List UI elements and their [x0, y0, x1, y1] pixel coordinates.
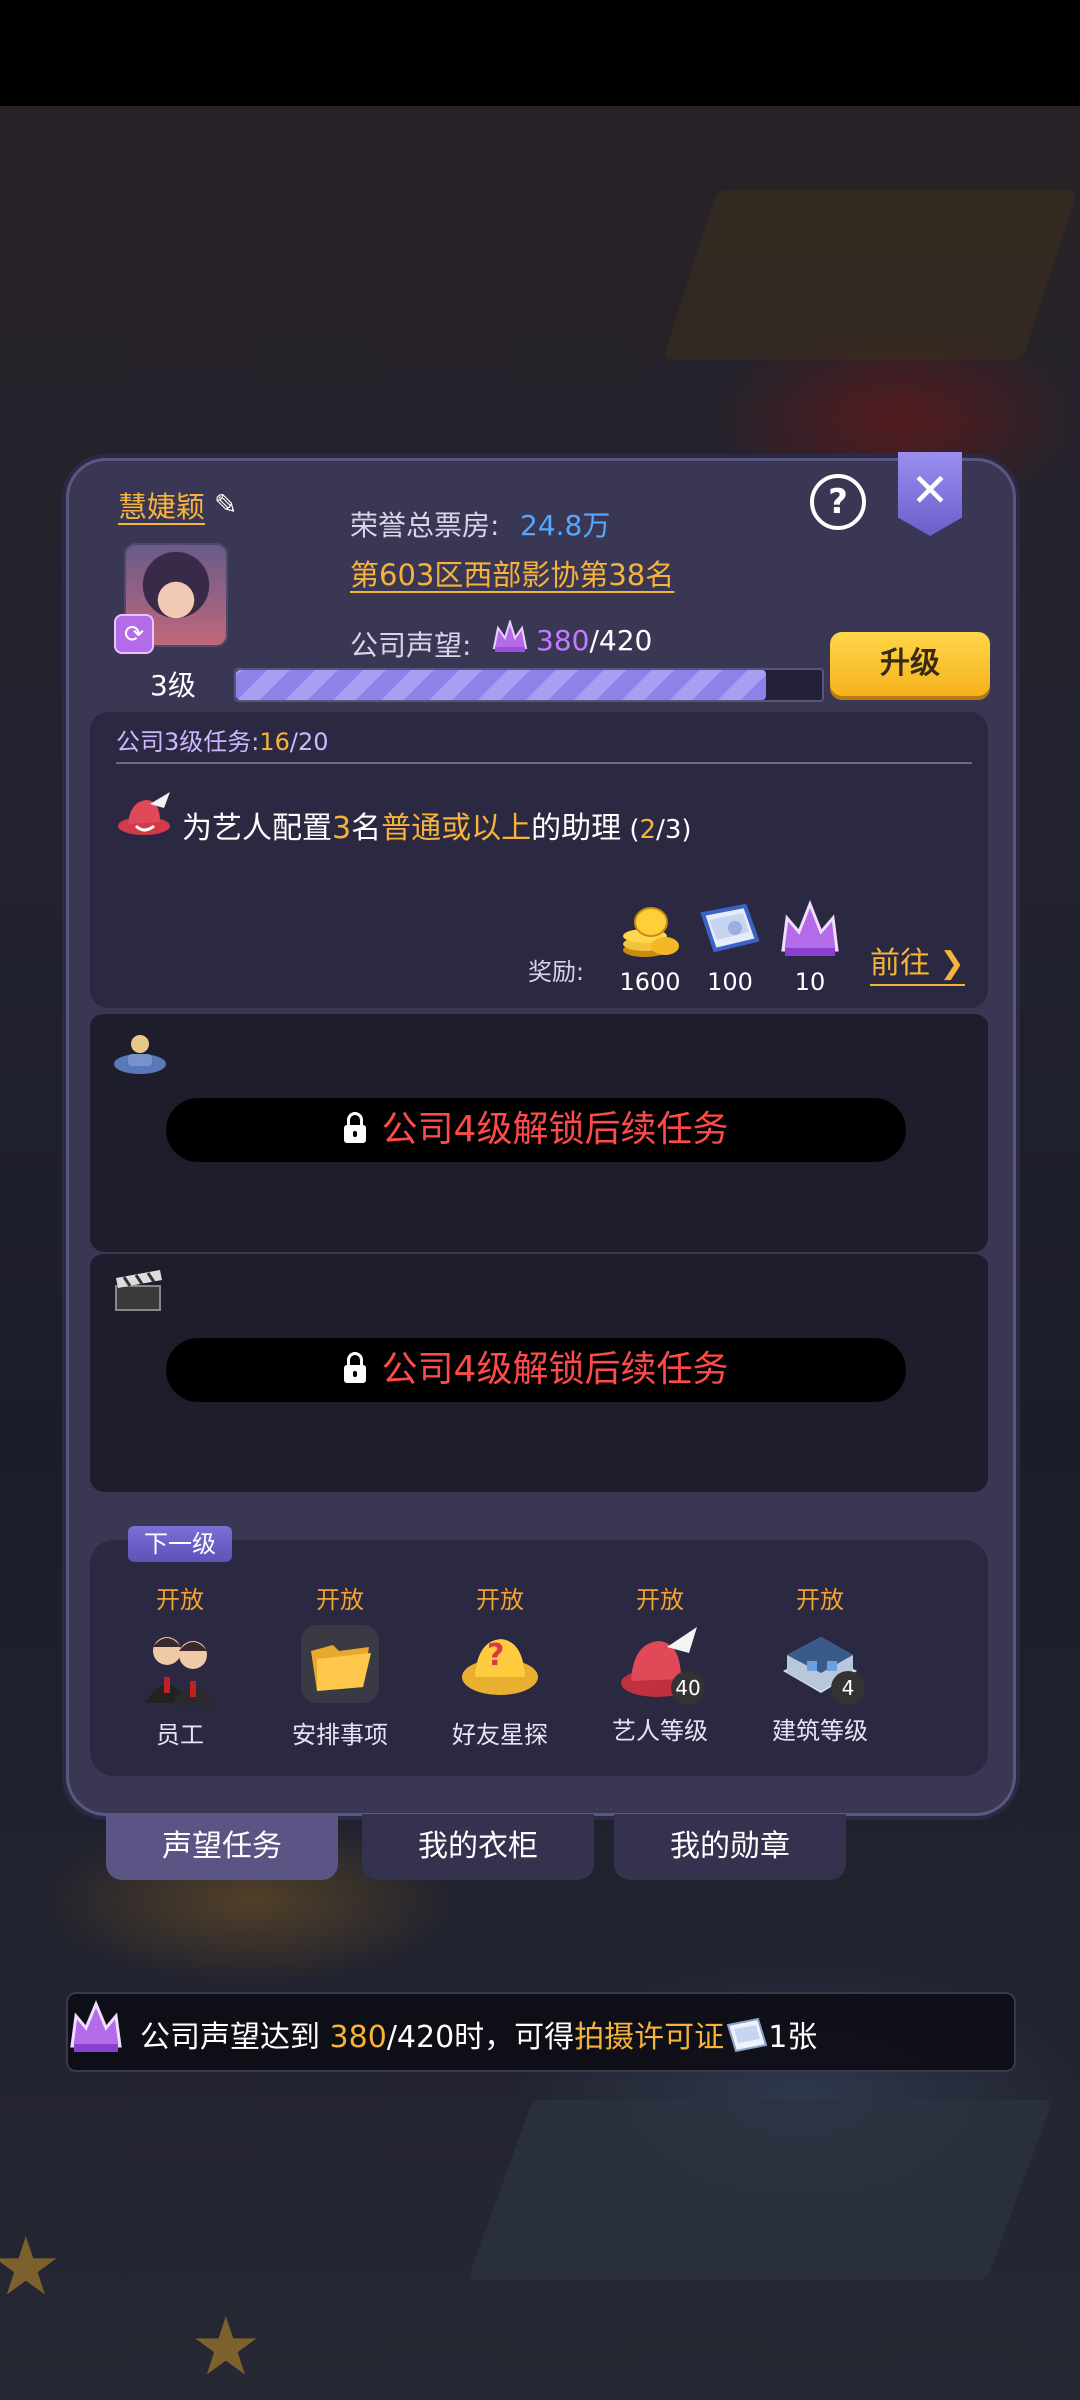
feature-name: 建筑等级 [772, 1717, 868, 1745]
feature-badge: 40 [671, 1671, 705, 1705]
reward-value: 1600 [619, 968, 681, 996]
divider [116, 762, 972, 764]
tab-my-medals[interactable]: 我的勋章 [614, 1814, 846, 1880]
tab-reputation-tasks[interactable]: 声望任务 [106, 1814, 338, 1880]
banner-text: 公司声望达到 380/420时，可得拍摄许可证 1张 [140, 2012, 817, 2056]
feature-status: 开放 [316, 1586, 364, 1614]
banner-suffix: /420时，可得 [386, 2020, 575, 2055]
reward-item: 1600 [610, 900, 690, 996]
feature-name: 好友星探 [452, 1721, 548, 1749]
reputation-max: /420 [589, 624, 653, 657]
reputation-value: 380/420 [536, 624, 652, 657]
feature-status: 开放 [476, 1586, 524, 1614]
clapperboard-icon [115, 1270, 162, 1311]
task-text-part: 的助理 [531, 811, 622, 846]
task-text-part: /3) [656, 815, 692, 845]
staff-icon [145, 1637, 215, 1705]
floor-star-decoration: ★ [190, 2300, 262, 2393]
banner-value: 380 [329, 2020, 387, 2055]
floor-star-decoration: ★ [0, 2220, 62, 2313]
feature-building-level[interactable]: 开放 4 建筑等级 [760, 1580, 880, 1746]
purple-crown-icon [492, 620, 528, 652]
swap-avatar-icon[interactable]: ⟳ [114, 614, 154, 654]
lock-icon [343, 1112, 366, 1143]
reward-value: 10 [794, 968, 826, 996]
locked-task-card: 公司4级解锁后续任务 [90, 1252, 988, 1492]
locked-task-card: 公司4级解锁后续任务 [90, 1012, 988, 1252]
edit-name-icon[interactable]: ✎ [214, 488, 237, 521]
banner-item: 拍摄许可证 [574, 2020, 725, 2055]
tab-my-wardrobe[interactable]: 我的衣柜 [362, 1814, 594, 1880]
locked-notice: 公司4级解锁后续任务 [166, 1338, 906, 1402]
task-text-part: ( [621, 815, 640, 845]
ranking-link[interactable]: 第603区西部影协第38名 [350, 552, 674, 594]
task-header-label: 公司3级任务: [116, 728, 260, 756]
task-progress-max: /20 [289, 728, 329, 756]
box-office-label: 荣誉总票房: [350, 509, 500, 542]
task-text-highlight: 3 [332, 811, 352, 846]
reputation-current: 380 [536, 624, 590, 657]
task-progress-current: 16 [259, 728, 290, 756]
task-text-highlight: 2 [639, 815, 657, 845]
background-counter [662, 190, 1078, 360]
locked-text: 公司4级解锁后续任务 [381, 1109, 729, 1150]
purple-crown-icon [781, 899, 839, 956]
task-text-part: 名 [351, 811, 382, 846]
feature-status: 开放 [156, 1586, 204, 1614]
feature-artist-level[interactable]: 开放 40 艺人等级 [600, 1580, 720, 1746]
feature-schedule[interactable]: 开放 安排事项 [280, 1580, 400, 1750]
feature-status: 开放 [636, 1586, 684, 1614]
folder-icon [301, 1625, 379, 1703]
purple-crown-icon [70, 2000, 122, 2052]
lock-icon [343, 1352, 366, 1383]
building-level-icon-wrap: 4 [777, 1621, 865, 1707]
feature-friend-scout[interactable]: 开放 ? 好友星探 [440, 1580, 560, 1750]
reward-label: 奖励: [528, 958, 585, 986]
status-bar [0, 0, 1080, 106]
background-desk [467, 2100, 1053, 2280]
artist-hat-icon [118, 792, 170, 835]
company-level: 3级 [150, 669, 196, 702]
reward-value: 100 [707, 968, 753, 996]
chevron-right-icon: ❯ [930, 946, 965, 981]
locked-text: 公司4级解锁后续任务 [381, 1349, 729, 1390]
feature-name: 艺人等级 [612, 1717, 708, 1745]
player-name[interactable]: 慧婕颖 [118, 484, 205, 526]
reward-item: 100 [690, 900, 770, 996]
svg-text:?: ? [487, 1638, 504, 1673]
goto-button[interactable]: 前往 ❯ [870, 938, 965, 986]
next-level-tag: 下一级 [128, 1526, 232, 1562]
feature-staff[interactable]: 开放 员工 [120, 1580, 240, 1750]
assistant-icon [114, 1035, 166, 1074]
feature-name: 安排事项 [292, 1721, 388, 1749]
locked-notice: 公司4级解锁后续任务 [166, 1098, 906, 1162]
feature-name: 员工 [156, 1721, 204, 1749]
artist-level-icon-wrap: 40 [617, 1621, 705, 1707]
task-text-highlight: 普通或以上 [381, 811, 532, 846]
task-header: 公司3级任务:16/20 [116, 722, 329, 757]
reputation-label: 公司声望: [350, 629, 472, 662]
permit-scroll-icon [700, 903, 760, 953]
scout-icon: ? [462, 1638, 538, 1695]
help-button[interactable]: ? [810, 474, 866, 530]
gold-coins-icon [623, 907, 679, 957]
task-description: 为艺人配置3名普通或以上的助理 (2/3) [182, 803, 692, 847]
reputation-progress-bar [234, 668, 824, 702]
box-office-value: 24.8万 [520, 509, 611, 542]
permit-scroll-icon [726, 2017, 768, 2053]
reward-item: 10 [770, 899, 850, 996]
feature-status: 开放 [796, 1586, 844, 1614]
banner-count: 1张 [768, 2020, 818, 2055]
task-text-part: 为艺人配置 [182, 811, 332, 846]
feature-badge: 4 [831, 1671, 865, 1705]
upgrade-button[interactable]: 升级 [830, 632, 990, 696]
banner-prefix: 公司声望达到 [140, 2020, 320, 2055]
goto-label: 前往 [870, 946, 930, 981]
reputation-progress-fill [236, 670, 767, 700]
